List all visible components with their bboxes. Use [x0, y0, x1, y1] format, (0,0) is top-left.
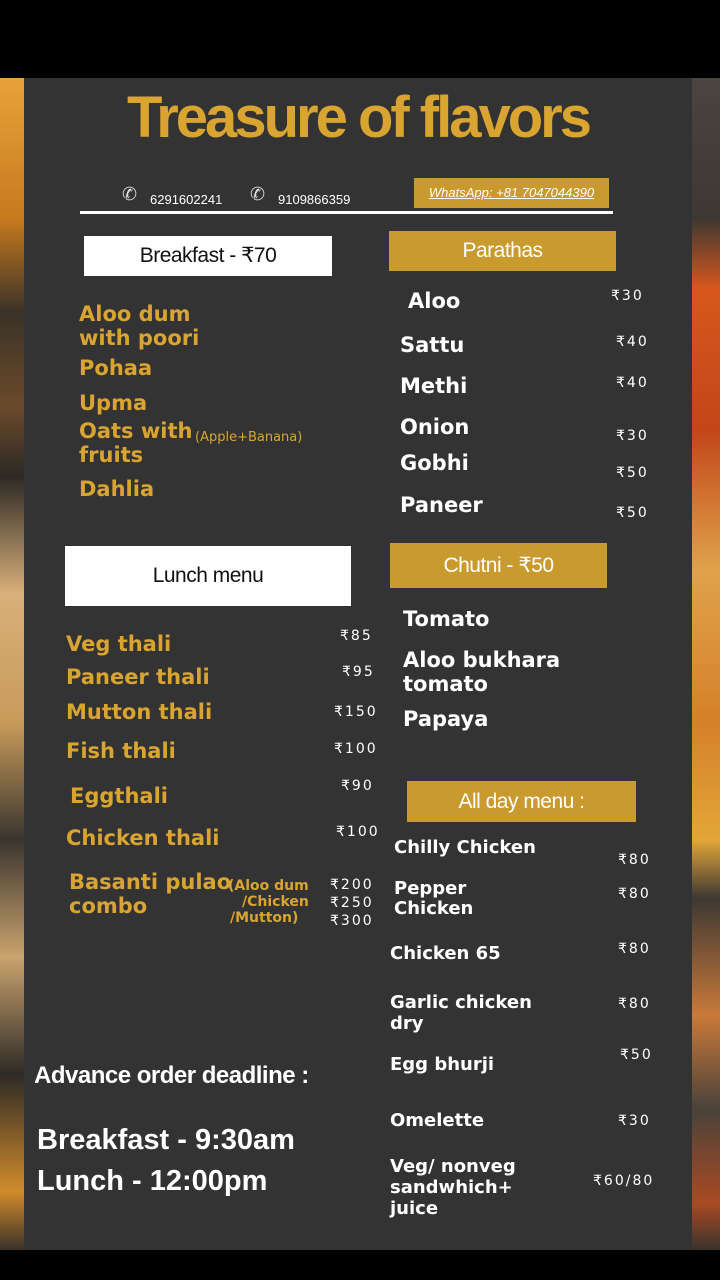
all-day-item: Omelette [390, 1110, 485, 1131]
breakfast-item: Dahlia [79, 477, 155, 501]
paratha-item: Gobhi [400, 451, 469, 475]
breakfast-item: Pohaa [79, 356, 153, 380]
breakfast-item: fruits [79, 443, 144, 467]
oats-note: (Apple+Banana) [195, 430, 303, 445]
lunch-price: ₹150 [334, 704, 378, 720]
breakfast-item: Aloo dum [79, 302, 191, 326]
paratha-price: ₹50 [616, 505, 649, 521]
all-day-item: dry [390, 1013, 424, 1034]
lunch-price: ₹100 [334, 741, 378, 757]
lunch-price: ₹90 [341, 778, 374, 794]
chutni-heading: Chutni - ₹50 [390, 543, 607, 588]
all-day-item: Chicken [394, 898, 474, 919]
all-day-item: Chicken 65 [390, 943, 501, 964]
all-day-price: ₹80 [618, 996, 651, 1012]
combo-option: /Mutton) [230, 910, 299, 926]
lunch-item: Fish thali [66, 739, 176, 763]
paratha-item: Aloo [408, 289, 461, 313]
all-day-price: ₹60/80 [593, 1173, 655, 1189]
breakfast-item: with poori [79, 326, 200, 350]
lunch-heading: Lunch menu [65, 546, 351, 606]
paratha-item: Methi [400, 374, 468, 398]
all-day-item: Veg/ nonveg [390, 1156, 516, 1177]
paratha-price: ₹40 [616, 375, 649, 391]
deadline-heading: Advance order deadline : [34, 1062, 309, 1089]
food-photo-right [692, 78, 720, 1250]
paratha-item: Onion [400, 415, 470, 439]
deadline-lunch: Lunch - 12:00pm [37, 1165, 268, 1197]
breakfast-heading: Breakfast - ₹70 [84, 236, 332, 276]
all-day-price: ₹30 [618, 1113, 651, 1129]
combo-item: combo [69, 894, 148, 918]
all-day-price: ₹80 [618, 852, 651, 868]
lunch-item: Mutton thali [66, 700, 213, 724]
phone-number-2[interactable]: 9109866359 [278, 192, 350, 207]
header-divider [80, 211, 613, 214]
all-day-price: ₹80 [618, 941, 651, 957]
all-day-item: Garlic chicken [390, 992, 532, 1013]
paratha-price: ₹40 [616, 334, 649, 350]
paratha-price: ₹30 [616, 428, 649, 444]
combo-item: Basanti pulao [69, 870, 232, 894]
whatsapp-link[interactable]: WhatsApp: +81 7047044390 [414, 178, 609, 208]
all-day-price: ₹50 [620, 1047, 653, 1063]
phone-number-1[interactable]: 6291602241 [150, 192, 222, 207]
paratha-item: Sattu [400, 333, 465, 357]
combo-price: ₹300 [330, 913, 374, 929]
lunch-price: ₹100 [336, 824, 380, 840]
all-day-item: juice [390, 1198, 439, 1219]
lunch-item: Eggthali [70, 784, 168, 808]
combo-price: ₹200 [330, 877, 374, 893]
lunch-price: ₹95 [342, 664, 375, 680]
menu-title: Treasure of flavors [127, 85, 592, 150]
combo-option: (Aloo dum [228, 878, 309, 894]
food-photo-left [0, 78, 24, 1250]
paratha-price: ₹50 [616, 465, 649, 481]
paratha-price: ₹30 [611, 288, 644, 304]
all-day-item: Egg bhurji [390, 1054, 495, 1075]
all-day-item: sandwhich+ [390, 1177, 513, 1198]
parathas-heading: Parathas [389, 231, 616, 271]
all-day-item: Pepper [394, 878, 467, 899]
lunch-item: Paneer thali [66, 665, 210, 689]
breakfast-item: Upma [79, 391, 148, 415]
combo-price: ₹250 [330, 895, 374, 911]
phone-icon: ✆ [250, 184, 266, 205]
breakfast-item: Oats with [79, 419, 193, 443]
combo-option: /Chicken [242, 894, 309, 910]
chutni-item: Papaya [403, 707, 489, 731]
lunch-item: Veg thali [66, 632, 172, 656]
paratha-item: Paneer [400, 493, 483, 517]
deadline-breakfast: Breakfast - 9:30am [37, 1124, 295, 1156]
all-day-heading: All day menu : [407, 781, 636, 822]
all-day-price: ₹80 [618, 886, 651, 902]
lunch-item: Chicken thali [66, 826, 220, 850]
phone-icon: ✆ [122, 184, 138, 205]
all-day-item: Chilly Chicken [394, 837, 536, 858]
chutni-item: Aloo bukhara [403, 648, 561, 672]
chutni-item: Tomato [403, 607, 490, 631]
lunch-price: ₹85 [340, 628, 373, 644]
chutni-item: tomato [403, 672, 488, 696]
